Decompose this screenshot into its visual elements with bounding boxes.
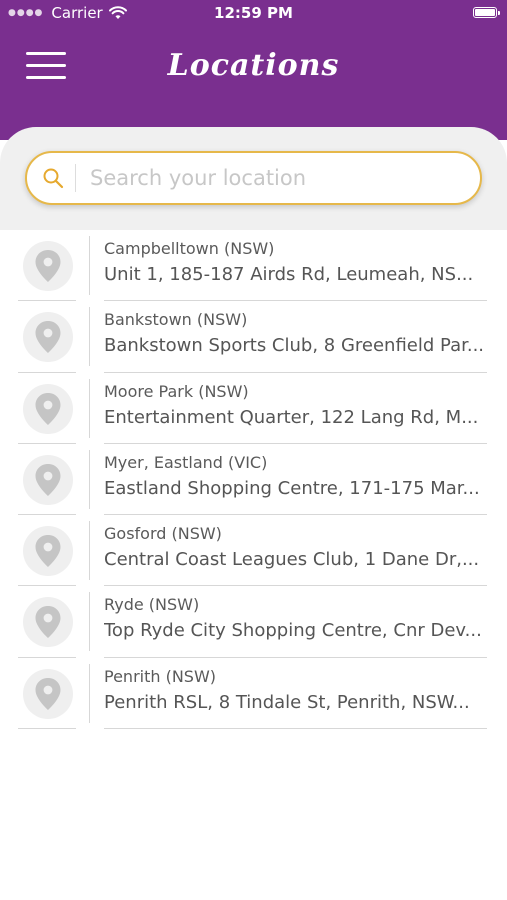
- location-address: Entertainment Quarter, 122 Lang Rd, M...: [104, 406, 479, 428]
- location-name: Gosford (NSW): [104, 524, 222, 544]
- divider: [18, 728, 76, 730]
- location-pin-icon: [23, 526, 73, 577]
- location-list: Campbelltown (NSW) Unit 1, 185-187 Airds…: [0, 230, 507, 730]
- location-pin-icon: [23, 454, 73, 505]
- location-pin-icon: [23, 383, 73, 434]
- location-pin-icon: [23, 597, 73, 648]
- search-area: [0, 127, 507, 230]
- location-address: Eastland Shopping Centre, 171-175 Mar...: [104, 477, 480, 499]
- search-box[interactable]: [25, 151, 482, 205]
- location-address: Central Coast Leagues Club, 1 Dane Dr,..…: [104, 549, 480, 571]
- location-name: Myer, Eastland (VIC): [104, 452, 268, 472]
- search-icon: [43, 168, 64, 189]
- search-input[interactable]: [88, 165, 480, 191]
- list-item[interactable]: Campbelltown (NSW) Unit 1, 185-187 Airds…: [0, 230, 507, 302]
- app-header: ●●●● Carrier 12:59 PM Locations: [0, 0, 507, 140]
- list-item[interactable]: Gosford (NSW) Central Coast Leagues Club…: [0, 515, 507, 587]
- location-pin-icon: [23, 312, 73, 363]
- list-item[interactable]: Ryde (NSW) Top Ryde City Shopping Centre…: [0, 586, 507, 658]
- divider: [89, 449, 90, 509]
- divider: [104, 728, 487, 730]
- divider: [89, 236, 90, 295]
- location-pin-icon: [23, 668, 73, 719]
- location-pin-icon: [23, 241, 73, 291]
- divider: [89, 663, 90, 723]
- location-name: Ryde (NSW): [104, 595, 200, 615]
- list-item[interactable]: Bankstown (NSW) Bankstown Sports Club, 8…: [0, 301, 507, 373]
- location-name: Bankstown (NSW): [104, 310, 248, 330]
- location-name: Penrith (NSW): [104, 666, 217, 686]
- list-item[interactable]: Myer, Eastland (VIC) Eastland Shopping C…: [0, 444, 507, 516]
- location-address: Bankstown Sports Club, 8 Greenfield Par.…: [104, 335, 485, 357]
- page-title: Locations: [167, 48, 340, 83]
- search-separator: [75, 164, 76, 192]
- location-address: Unit 1, 185-187 Airds Rd, Leumeah, NS...: [104, 264, 474, 285]
- status-time: 12:59 PM: [214, 4, 293, 22]
- list-item[interactable]: Penrith (NSW) Penrith RSL, 8 Tindale St,…: [0, 658, 507, 730]
- status-bar: ●●●● Carrier 12:59 PM: [0, 0, 507, 28]
- list-item[interactable]: Moore Park (NSW) Entertainment Quarter, …: [0, 373, 507, 444]
- location-name: Campbelltown (NSW): [104, 239, 275, 258]
- divider: [89, 307, 90, 367]
- battery-icon: [473, 7, 500, 18]
- divider: [89, 521, 90, 581]
- divider: [89, 592, 90, 652]
- divider: [89, 378, 90, 438]
- location-name: Moore Park (NSW): [104, 381, 249, 401]
- location-address: Top Ryde City Shopping Centre, Cnr Dev..…: [104, 620, 482, 642]
- location-address: Penrith RSL, 8 Tindale St, Penrith, NSW.…: [104, 691, 470, 713]
